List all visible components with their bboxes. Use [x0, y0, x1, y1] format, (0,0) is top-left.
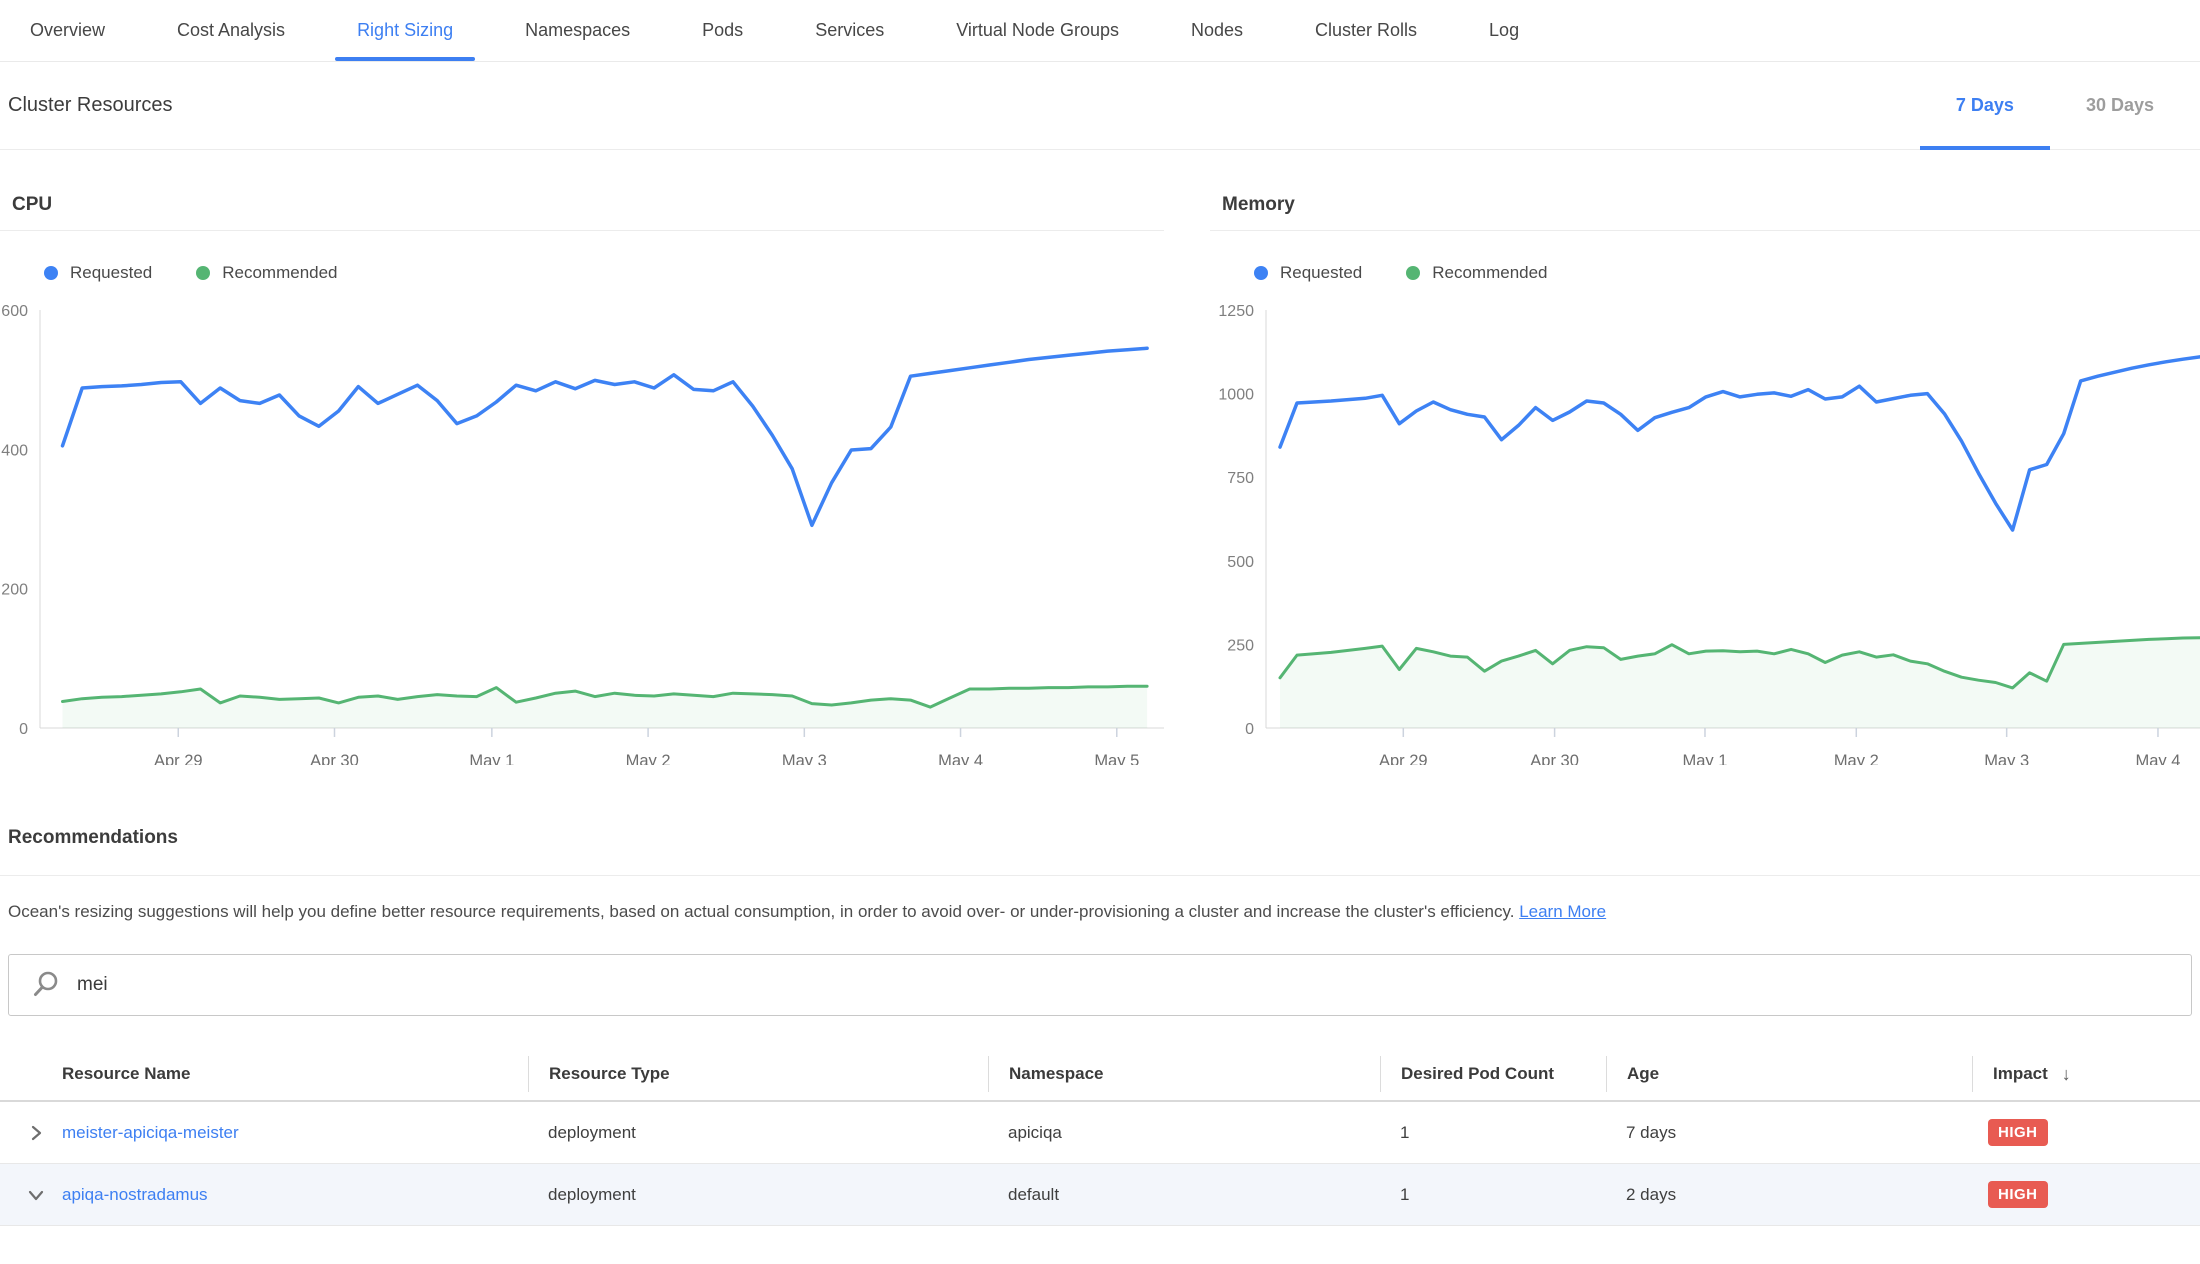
tab-nodes[interactable]: Nodes [1169, 0, 1265, 61]
legend-requested: Requested [1254, 263, 1362, 283]
legend-recommended-label: Recommended [222, 263, 337, 283]
svg-text:May 1: May 1 [1683, 752, 1728, 765]
legend-requested: Requested [44, 263, 152, 283]
svg-text:May 2: May 2 [1834, 752, 1879, 765]
svg-text:May 5: May 5 [1094, 752, 1139, 765]
legend-recommended: Recommended [1406, 263, 1547, 283]
svg-text:May 4: May 4 [938, 752, 983, 765]
svg-text:Apr 29: Apr 29 [1379, 752, 1428, 765]
tab-overview[interactable]: Overview [8, 0, 127, 61]
tab-virtual-node-groups[interactable]: Virtual Node Groups [934, 0, 1141, 61]
sort-descending-icon[interactable]: ↓ [2062, 1064, 2071, 1085]
age-cell: 7 days [1606, 1123, 1972, 1143]
resource-name-link[interactable]: meister-apiciqa-meister [62, 1123, 239, 1143]
column-header-impact-label: Impact [1993, 1064, 2048, 1084]
tab-right-sizing[interactable]: Right Sizing [335, 0, 475, 61]
requested-dot-icon [1254, 266, 1268, 280]
page-title: Cluster Resources [8, 94, 173, 117]
resource-name-cell: meister-apiciqa-meister [0, 1123, 528, 1143]
cpu-line-chart: 0 200 400 600 Apr 29 Apr 30 May 1 May 2 May 3 May… [0, 295, 1164, 765]
memory-chart-title: Memory [1210, 194, 2200, 231]
tab-cost-analysis[interactable]: Cost Analysis [155, 0, 307, 61]
impact-cell: HIGH [1972, 1119, 2200, 1146]
svg-text:200: 200 [1, 582, 28, 599]
namespace-cell: default [988, 1185, 1380, 1205]
svg-text:500: 500 [1227, 554, 1254, 571]
recommendations-title: Recommendations [0, 827, 2200, 849]
recommended-dot-icon [1406, 266, 1420, 280]
resource-type-cell: deployment [528, 1123, 988, 1143]
resource-name-cell: apiqa-nostradamus [0, 1185, 528, 1205]
time-range-toggle: 7 Days 30 Days [1920, 62, 2190, 149]
requested-dot-icon [44, 266, 58, 280]
legend-recommended-label: Recommended [1432, 263, 1547, 283]
svg-text:750: 750 [1227, 470, 1254, 487]
column-header-namespace[interactable]: Namespace [988, 1056, 1380, 1092]
column-header-resource-type[interactable]: Resource Type [528, 1056, 988, 1092]
charts-row: CPU Requested Recommended 0 200 400 600 Apr … [0, 150, 2200, 765]
tab-log[interactable]: Log [1467, 0, 1541, 61]
legend-requested-label: Requested [1280, 263, 1362, 283]
impact-high-badge: HIGH [1988, 1181, 2048, 1208]
recommendations-description-text: Ocean's resizing suggestions will help y… [8, 902, 1514, 921]
section-divider [0, 875, 2200, 876]
tab-namespaces[interactable]: Namespaces [503, 0, 652, 61]
recommendations-table: Resource Name Resource Type Namespace De… [0, 1048, 2200, 1226]
svg-text:May 4: May 4 [2136, 752, 2181, 765]
svg-text:600: 600 [1, 303, 28, 320]
range-30-days[interactable]: 30 Days [2050, 62, 2190, 149]
svg-text:Apr 30: Apr 30 [1530, 752, 1579, 765]
tab-services[interactable]: Services [793, 0, 906, 61]
resource-search-box [8, 954, 2192, 1016]
resource-name-link[interactable]: apiqa-nostradamus [62, 1185, 208, 1205]
tab-cluster-rolls[interactable]: Cluster Rolls [1293, 0, 1439, 61]
memory-chart-legend: Requested Recommended [1254, 263, 2200, 283]
resource-type-cell: deployment [528, 1185, 988, 1205]
cpu-chart-title: CPU [0, 194, 1164, 231]
memory-chart-panel: Memory Requested Recommended 0 250 500 750 1… [1210, 194, 2200, 765]
column-header-age[interactable]: Age [1606, 1056, 1972, 1092]
column-header-desired-pod-count[interactable]: Desired Pod Count [1380, 1056, 1606, 1092]
impact-cell: HIGH [1972, 1181, 2200, 1208]
cpu-chart-legend: Requested Recommended [44, 263, 1164, 283]
impact-high-badge: HIGH [1988, 1119, 2048, 1146]
tab-pods[interactable]: Pods [680, 0, 765, 61]
memory-line-chart: 0 250 500 750 1000 1250 Apr 29 Apr 30 May 1 May 2… [1210, 295, 2200, 765]
svg-text:May 2: May 2 [626, 752, 671, 765]
age-cell: 2 days [1606, 1185, 1972, 1205]
column-header-impact[interactable]: Impact ↓ [1972, 1056, 2200, 1092]
desired-pod-count-cell: 1 [1380, 1123, 1606, 1143]
recommendations-section: Recommendations Ocean's resizing suggest… [0, 827, 2200, 924]
legend-requested-label: Requested [70, 263, 152, 283]
learn-more-link[interactable]: Learn More [1519, 902, 1606, 921]
recommended-dot-icon [196, 266, 210, 280]
chevron-right-icon[interactable] [26, 1123, 46, 1143]
svg-text:1250: 1250 [1218, 303, 1254, 320]
recommendations-description: Ocean's resizing suggestions will help y… [8, 900, 2192, 924]
search-icon [31, 970, 61, 1000]
svg-text:250: 250 [1227, 637, 1254, 654]
table-row[interactable]: apiqa-nostradamus deployment default 1 2… [0, 1164, 2200, 1226]
cpu-chart-panel: CPU Requested Recommended 0 200 400 600 Apr … [0, 194, 1164, 765]
search-input[interactable] [77, 974, 2191, 996]
svg-text:Apr 29: Apr 29 [154, 752, 203, 765]
svg-text:Apr 30: Apr 30 [310, 752, 359, 765]
svg-text:May 1: May 1 [469, 752, 514, 765]
svg-text:May 3: May 3 [782, 752, 827, 765]
legend-recommended: Recommended [196, 263, 337, 283]
svg-text:May 3: May 3 [1984, 752, 2029, 765]
column-header-resource-name[interactable]: Resource Name [0, 1056, 528, 1092]
table-header-row: Resource Name Resource Type Namespace De… [0, 1048, 2200, 1102]
svg-text:400: 400 [1, 442, 28, 459]
svg-text:1000: 1000 [1218, 387, 1254, 404]
svg-text:0: 0 [19, 721, 28, 738]
table-row[interactable]: meister-apiciqa-meister deployment apici… [0, 1102, 2200, 1164]
range-7-days[interactable]: 7 Days [1920, 62, 2050, 149]
top-tab-bar: Overview Cost Analysis Right Sizing Name… [0, 0, 2200, 62]
svg-text:0: 0 [1245, 721, 1254, 738]
cluster-resources-header: Cluster Resources 7 Days 30 Days [0, 62, 2200, 150]
desired-pod-count-cell: 1 [1380, 1185, 1606, 1205]
chevron-down-icon[interactable] [26, 1185, 46, 1205]
namespace-cell: apiciqa [988, 1123, 1380, 1143]
